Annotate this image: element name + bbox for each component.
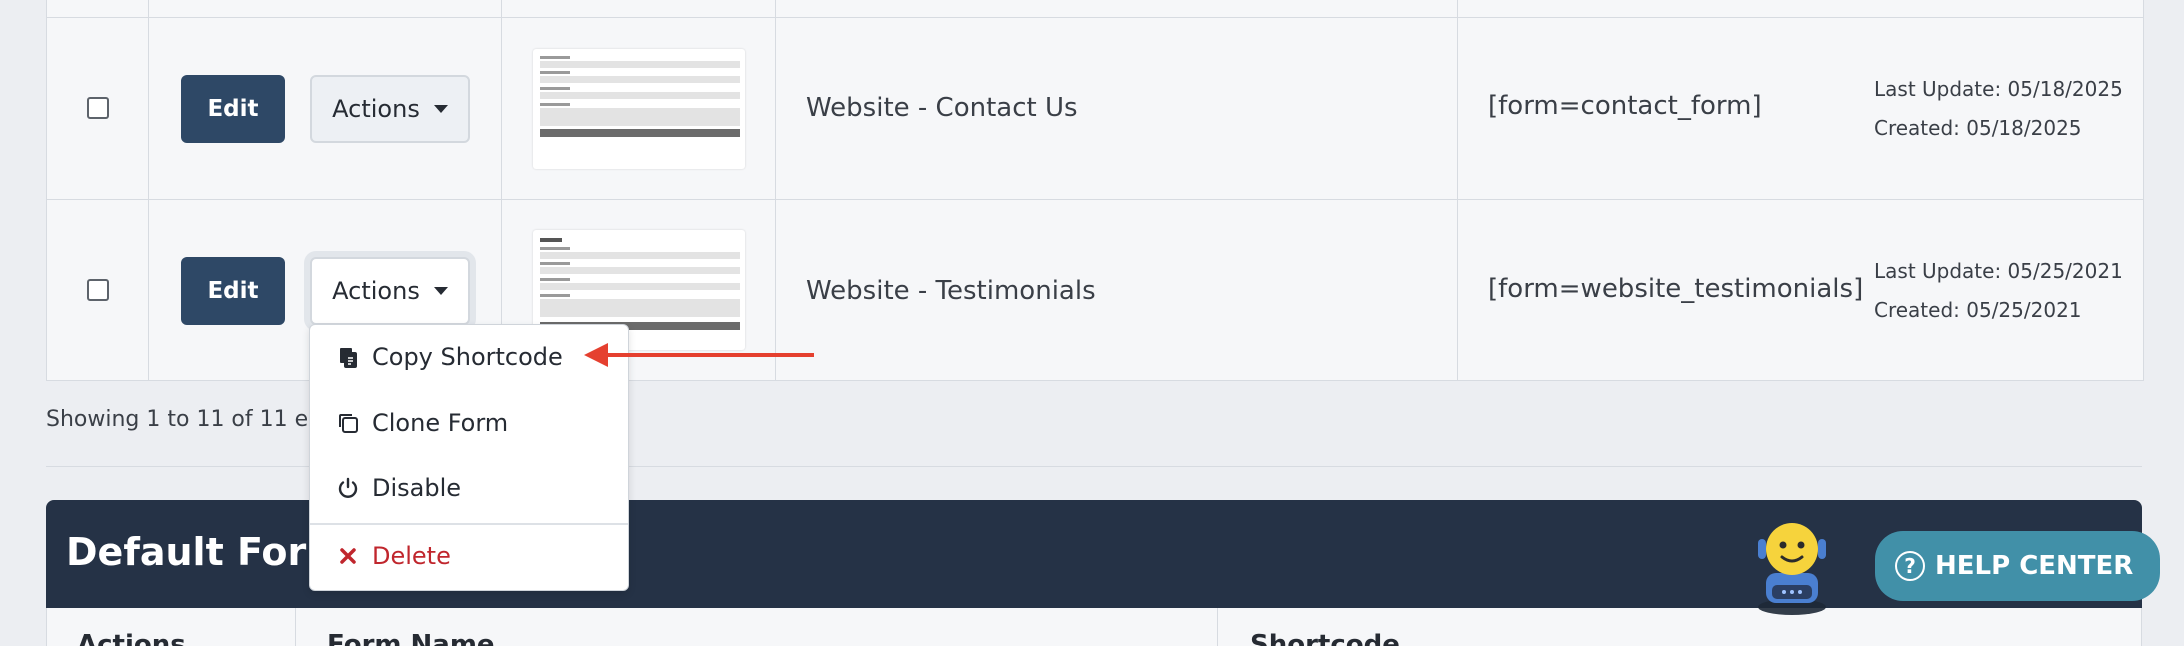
column-header-actions: Actions: [77, 630, 186, 646]
caret-down-icon: [433, 287, 448, 295]
x-icon: [340, 548, 356, 564]
edit-button[interactable]: Edit: [181, 75, 285, 143]
assistant-bot-icon[interactable]: [1752, 515, 1832, 615]
form-name: Website - Testimonials: [806, 276, 1096, 306]
menu-item-label: Delete: [372, 542, 451, 570]
actions-label: Actions: [332, 95, 420, 123]
last-update-date: Last Update: 05/25/2021: [1874, 259, 2123, 283]
menu-item-label: Disable: [372, 474, 462, 502]
last-update-date: Last Update: 05/18/2025: [1874, 77, 2123, 101]
menu-item-label: Copy Shortcode: [372, 343, 563, 371]
annotation-arrow-head-icon: [584, 343, 608, 367]
row-checkbox[interactable]: [87, 97, 109, 119]
menu-divider: [310, 523, 628, 525]
entries-count-text: Showing 1 to 11 of 11 entri: [46, 407, 346, 432]
form-name: Website - Contact Us: [806, 93, 1078, 123]
annotation-arrow-line: [600, 353, 814, 357]
form-preview-thumbnail: [533, 49, 745, 169]
question-circle-icon: ?: [1895, 551, 1925, 581]
actions-dropdown-button[interactable]: Actions: [310, 75, 470, 143]
menu-item-disable[interactable]: Disable: [336, 468, 461, 508]
menu-item-label: Clone Form: [372, 409, 509, 437]
copy-icon: [340, 348, 357, 368]
column-header-form-name: Form Name: [327, 630, 495, 646]
caret-down-icon: [433, 105, 448, 113]
help-center-button[interactable]: ? HELP CENTER: [1875, 531, 2160, 601]
column-header-shortcode: Shortcode: [1250, 630, 1400, 646]
menu-item-copy-shortcode[interactable]: Copy Shortcode: [336, 337, 563, 377]
form-shortcode: [form=website_testimonials]: [1488, 274, 1864, 304]
row-checkbox[interactable]: [87, 279, 109, 301]
table-row: [47, 0, 2143, 17]
help-center-label: HELP CENTER: [1935, 551, 2134, 581]
actions-dropdown-button[interactable]: Actions: [310, 257, 470, 325]
created-date: Created: 05/18/2025: [1874, 116, 2082, 140]
created-date: Created: 05/25/2021: [1874, 298, 2082, 322]
clone-icon: [339, 414, 358, 433]
table-row: Edit Actions Website - Contact Us [form=…: [47, 17, 2143, 199]
power-icon: [338, 477, 358, 498]
menu-item-delete[interactable]: Delete: [336, 536, 451, 576]
menu-item-clone-form[interactable]: Clone Form: [336, 403, 508, 443]
actions-label: Actions: [332, 277, 420, 305]
form-shortcode: [form=contact_form]: [1488, 91, 1762, 121]
edit-button[interactable]: Edit: [181, 257, 285, 325]
actions-dropdown-menu: Copy Shortcode Clone Form Disable Delete: [309, 324, 629, 591]
